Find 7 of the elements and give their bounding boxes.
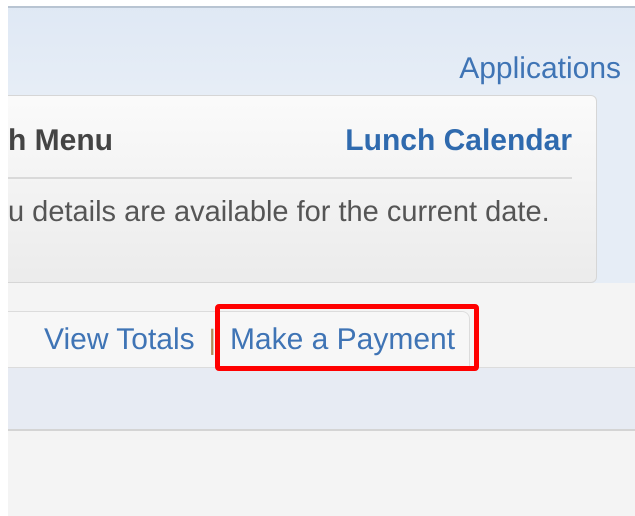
lunch-calendar-link[interactable]: Lunch Calendar — [345, 118, 572, 163]
card-title: h Menu — [8, 123, 113, 159]
applications-link[interactable]: Applications — [459, 46, 621, 91]
nav-link[interactable]: View Totals — [44, 317, 195, 362]
separator: | — [208, 322, 216, 357]
nav-link[interactable]: Make a Payment — [214, 304, 480, 371]
menu-message: u details are available for the current date. — [8, 195, 551, 230]
